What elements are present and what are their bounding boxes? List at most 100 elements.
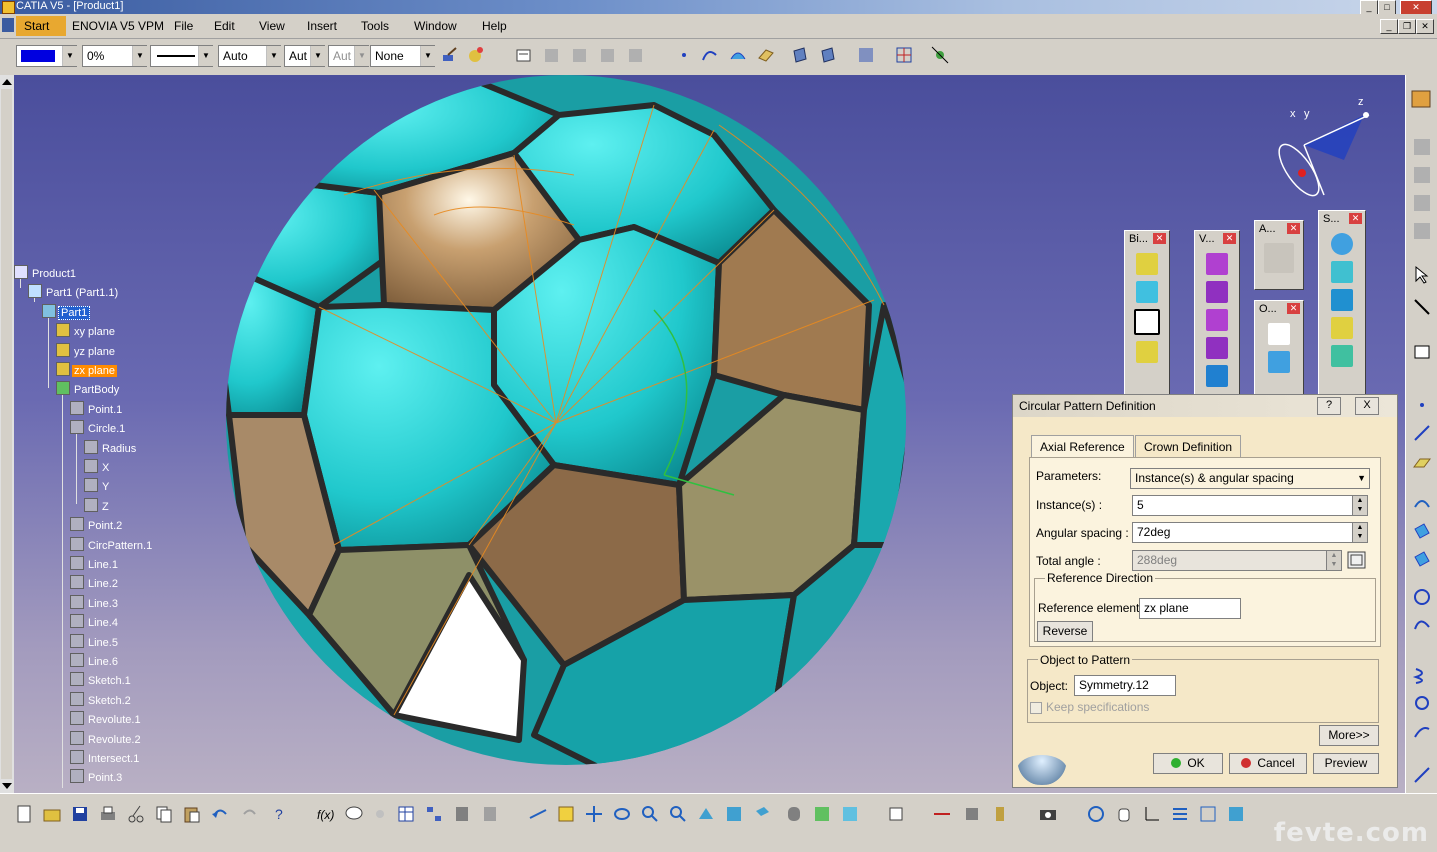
axis-system-icon[interactable]	[1268, 351, 1290, 373]
ok-button[interactable]: OK	[1153, 753, 1223, 774]
zoom-out-icon[interactable]	[668, 804, 688, 824]
keep-specifications-checkbox[interactable]	[1030, 702, 1042, 714]
measure-item-icon[interactable]	[962, 804, 982, 824]
line-tool-icon[interactable]	[1412, 423, 1432, 443]
paste-icon[interactable]	[182, 804, 202, 824]
close-icon[interactable]: ✕	[1223, 233, 1236, 244]
tree-node[interactable]: Z	[84, 497, 111, 514]
tree-node[interactable]: Part1 (Part1.1)	[28, 284, 120, 300]
linetype-combo[interactable]: ▼	[150, 45, 213, 67]
doc-minimize-button[interactable]: _	[1380, 19, 1398, 34]
analysis-icon-2[interactable]	[570, 45, 590, 65]
trim-icon[interactable]	[1206, 281, 1228, 303]
shading-icon[interactable]	[784, 804, 804, 824]
tree-node[interactable]: Sketch.2	[70, 691, 133, 708]
extra-combo[interactable]: Aut ▼	[328, 45, 369, 67]
angular-spacing-spinner[interactable]: ▲ ▼	[1352, 523, 1367, 542]
floating-toolbar-bi[interactable]: Bi... ✕	[1124, 230, 1170, 402]
tree-node[interactable]: Line.3	[70, 594, 120, 611]
tree-node[interactable]: Point.2	[70, 517, 124, 533]
tree-node[interactable]: CircPattern.1	[70, 536, 154, 553]
table-icon[interactable]	[396, 804, 416, 824]
maximize-button[interactable]: □	[1378, 0, 1396, 15]
object-input[interactable]: Symmetry.12	[1074, 675, 1176, 696]
fill-icon[interactable]	[1134, 309, 1160, 335]
save-icon[interactable]	[70, 804, 90, 824]
body-icon-1[interactable]	[790, 45, 810, 65]
fly-mode-icon[interactable]	[528, 804, 548, 824]
thickness-combo[interactable]: Auto ▼	[218, 45, 281, 67]
compass[interactable]: x y z	[1272, 96, 1370, 201]
tool-icon-3[interactable]	[1412, 193, 1432, 213]
menu-start[interactable]: Start	[16, 16, 66, 36]
tree-node[interactable]: zx plane	[56, 362, 117, 378]
measure-icon[interactable]	[514, 45, 534, 65]
vertical-scrollbar[interactable]	[0, 75, 15, 793]
analysis-icon-3[interactable]	[598, 45, 618, 65]
select-arrow-icon[interactable]	[1412, 265, 1432, 285]
close-icon[interactable]: ✕	[1287, 223, 1300, 234]
tree-node[interactable]: Sketch.1	[70, 672, 133, 688]
color-combo[interactable]: ▼	[16, 45, 77, 67]
tree-node[interactable]: Circle.1	[70, 420, 127, 436]
view-mode-icon[interactable]	[1226, 804, 1246, 824]
menu-tools[interactable]: Tools	[361, 19, 389, 33]
instances-input[interactable]: 5 ▲ ▼	[1132, 495, 1368, 516]
tree-node[interactable]: PartBody	[56, 381, 121, 397]
spiral-icon[interactable]	[1412, 693, 1432, 713]
menu-view[interactable]: View	[259, 19, 285, 33]
tool-icon-4[interactable]	[1412, 221, 1432, 241]
extract-icon[interactable]	[1206, 365, 1228, 387]
hide-show-icon[interactable]	[840, 804, 860, 824]
tree-node[interactable]: Line.5	[70, 633, 120, 650]
preview-button[interactable]: Preview	[1313, 753, 1379, 774]
circle-tool-icon[interactable]	[1412, 587, 1432, 607]
analysis-icon-1[interactable]	[542, 45, 562, 65]
reference-element-input[interactable]: zx plane	[1139, 598, 1241, 619]
tree-node[interactable]: Point.1	[70, 400, 124, 417]
sync-icon[interactable]	[1086, 804, 1106, 824]
instances-spinner[interactable]: ▲ ▼	[1352, 496, 1367, 515]
sketch-icon[interactable]	[1412, 341, 1432, 361]
tree-node[interactable]: Line.1	[70, 556, 120, 572]
painter-icon[interactable]	[440, 45, 460, 65]
tree-node[interactable]: Intersect.1	[70, 750, 141, 766]
tree-icon[interactable]	[424, 804, 444, 824]
comment-icon[interactable]	[344, 804, 364, 824]
join-icon[interactable]	[1206, 309, 1228, 331]
catalog-icon[interactable]	[452, 804, 472, 824]
tool-icon-2[interactable]	[1412, 165, 1432, 185]
scroll-down-icon[interactable]	[2, 783, 12, 789]
copy-icon[interactable]	[154, 804, 174, 824]
extrude-icon[interactable]	[1136, 253, 1158, 275]
revolve-icon[interactable]	[1331, 261, 1353, 283]
measure-between-icon[interactable]	[932, 804, 952, 824]
projection-icon[interactable]	[1412, 493, 1432, 513]
body-icon-2[interactable]	[818, 45, 838, 65]
close-window-button[interactable]: ✕	[1400, 0, 1432, 15]
formula-fx-icon[interactable]: f(x)	[316, 804, 336, 824]
tree-node[interactable]: yz plane	[56, 342, 117, 359]
helix-icon[interactable]	[1412, 665, 1432, 685]
formula-icon[interactable]	[1346, 550, 1368, 570]
menu-edit[interactable]: Edit	[214, 19, 235, 33]
tree-node[interactable]: Line.4	[70, 614, 120, 630]
parameters-select[interactable]: Instance(s) & angular spacing ▼	[1130, 468, 1370, 489]
combine-icon[interactable]	[1412, 521, 1432, 541]
floating-toolbar-v[interactable]: V... ✕	[1194, 230, 1240, 402]
spine-icon[interactable]	[1412, 721, 1432, 741]
pan-icon[interactable]	[584, 804, 604, 824]
grid-table-icon[interactable]	[1268, 323, 1290, 345]
print-icon[interactable]	[98, 804, 118, 824]
tree-node[interactable]: Line.6	[70, 653, 120, 669]
hand-icon[interactable]	[1114, 804, 1134, 824]
multi-view-icon[interactable]	[724, 804, 744, 824]
tab-crown-definition[interactable]: Crown Definition	[1135, 435, 1242, 458]
reverse-button[interactable]: Reverse	[1037, 621, 1093, 642]
layer-combo[interactable]: None ▼	[370, 45, 435, 67]
menu-help[interactable]: Help	[482, 19, 507, 33]
analysis-tool-icon[interactable]	[1264, 243, 1294, 273]
list-icon[interactable]	[1170, 804, 1190, 824]
axis-icon[interactable]	[1142, 804, 1162, 824]
tree-node[interactable]: Line.2	[70, 575, 120, 591]
